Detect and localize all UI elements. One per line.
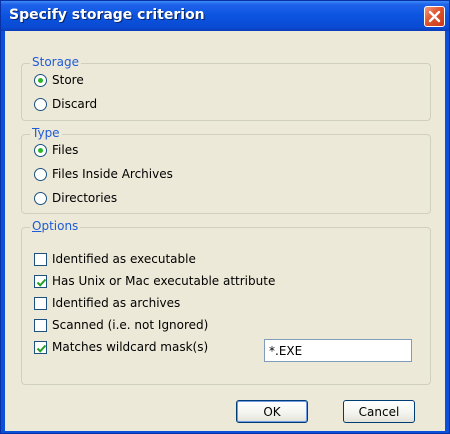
radio-store-indicator[interactable] bbox=[34, 73, 47, 87]
storage-group-title: Storage bbox=[30, 55, 81, 69]
close-icon bbox=[428, 10, 441, 23]
options-title-rest: ptions bbox=[41, 219, 79, 233]
check-wildcard-mask-label: Matches wildcard mask(s) bbox=[52, 340, 209, 354]
check-identified-executable-label: Identified as executable bbox=[52, 252, 196, 266]
radio-files-inside-archives[interactable]: Files Inside Archives bbox=[34, 165, 173, 183]
checkmark-icon bbox=[36, 344, 47, 353]
check-unix-mac-executable-label: Has Unix or Mac executable attribute bbox=[52, 274, 276, 288]
cancel-button[interactable]: Cancel bbox=[343, 400, 415, 423]
check-scanned[interactable]: Scanned (i.e. not Ignored) bbox=[34, 316, 208, 334]
dialog-client-area: Storage Store Discard Type Files Files I… bbox=[5, 31, 445, 431]
radio-store-label: Store bbox=[52, 73, 84, 87]
radio-discard-indicator[interactable] bbox=[34, 97, 47, 111]
check-unix-mac-executable[interactable]: Has Unix or Mac executable attribute bbox=[34, 272, 275, 290]
radio-files-inside-archives-label: Files Inside Archives bbox=[52, 167, 173, 181]
options-group: Options Identified as executable Has Uni… bbox=[21, 219, 431, 385]
check-wildcard-mask[interactable]: Matches wildcard mask(s) bbox=[34, 338, 208, 356]
options-group-title: Options bbox=[30, 219, 81, 233]
radio-directories-indicator[interactable] bbox=[34, 191, 47, 205]
window-title: Specify storage criterion bbox=[9, 7, 205, 23]
type-group: Type Files Files Inside Archives Directo… bbox=[21, 126, 431, 214]
check-identified-executable[interactable]: Identified as executable bbox=[34, 250, 196, 268]
check-identified-executable-box[interactable] bbox=[34, 252, 47, 266]
checkmark-icon bbox=[36, 278, 47, 287]
check-identified-archives-box[interactable] bbox=[34, 296, 47, 310]
type-group-title: Type bbox=[30, 126, 62, 140]
radio-files[interactable]: Files bbox=[34, 141, 78, 159]
check-unix-mac-executable-box[interactable] bbox=[34, 274, 47, 288]
radio-discard-label: Discard bbox=[52, 97, 98, 111]
radio-store[interactable]: Store bbox=[34, 71, 84, 89]
wildcard-mask-input[interactable] bbox=[264, 339, 412, 362]
check-scanned-label: Scanned (i.e. not Ignored) bbox=[52, 318, 209, 332]
radio-files-inside-archives-indicator[interactable] bbox=[34, 167, 47, 181]
radio-directories[interactable]: Directories bbox=[34, 189, 117, 207]
radio-files-indicator[interactable] bbox=[34, 143, 47, 157]
storage-group: Storage Store Discard bbox=[21, 55, 431, 121]
check-identified-archives-label: Identified as archives bbox=[52, 296, 181, 310]
radio-files-label: Files bbox=[52, 143, 79, 157]
close-button[interactable] bbox=[424, 6, 445, 27]
check-identified-archives[interactable]: Identified as archives bbox=[34, 294, 180, 312]
radio-discard[interactable]: Discard bbox=[34, 95, 97, 113]
title-bar[interactable]: Specify storage criterion bbox=[1, 1, 449, 31]
radio-directories-label: Directories bbox=[52, 191, 118, 205]
check-scanned-box[interactable] bbox=[34, 318, 47, 332]
dialog-window: Specify storage criterion Storage Store … bbox=[0, 0, 450, 434]
ok-button[interactable]: OK bbox=[236, 400, 308, 423]
check-wildcard-mask-box[interactable] bbox=[34, 340, 47, 354]
